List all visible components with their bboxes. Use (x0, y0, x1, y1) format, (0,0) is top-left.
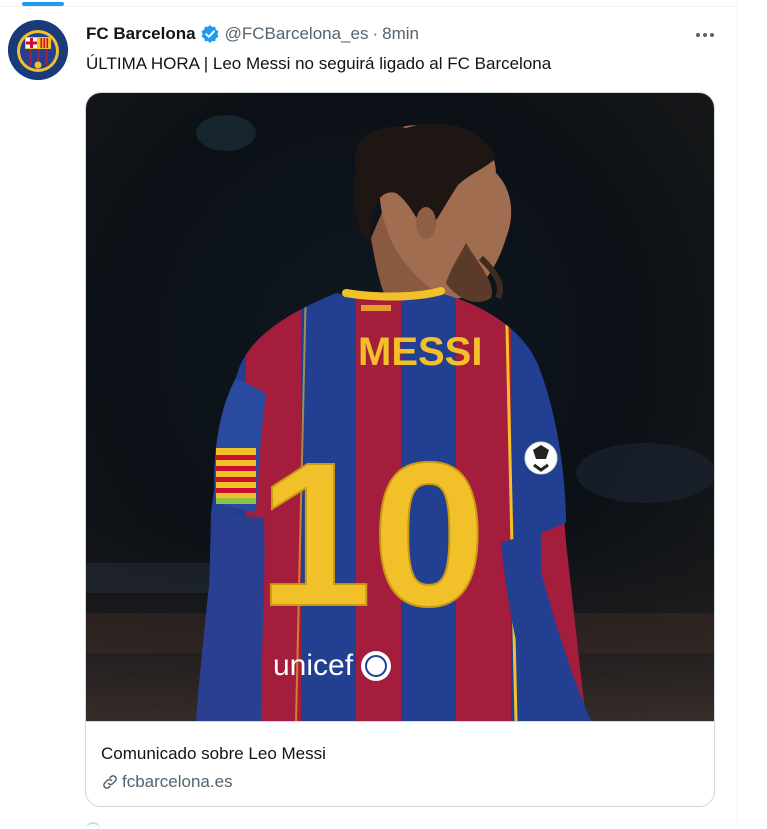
verified-badge-icon (200, 24, 220, 44)
jersey-number: 10 (258, 420, 486, 649)
display-name[interactable]: FC Barcelona (86, 24, 196, 44)
timestamp[interactable]: 8min (382, 24, 419, 44)
divider (0, 6, 737, 7)
card-domain-text: fcbarcelona.es (122, 772, 233, 791)
tweet-header: FC Barcelona @FCBarcelona_es · 8min (86, 24, 419, 44)
next-tweet-edge (86, 822, 100, 829)
tweet-text: ÚLTIMA HORA | Leo Messi no seguirá ligad… (86, 54, 552, 73)
link-icon (103, 775, 117, 789)
handle[interactable]: @FCBarcelona_es (225, 24, 369, 44)
sponsor-text: unicef (273, 649, 354, 682)
timeline-border (737, 0, 738, 827)
card-image[interactable]: MESSI 10 unicef (86, 93, 714, 721)
separator: · (372, 24, 379, 43)
card-title[interactable]: Comunicado sobre Leo Messi (101, 744, 326, 764)
avatar[interactable] (8, 20, 68, 80)
card-domain[interactable]: fcbarcelona.es (101, 772, 233, 792)
card-divider (86, 721, 714, 722)
jersey-name: MESSI (358, 330, 482, 374)
link-preview-card[interactable]: MESSI 10 unicef Comunicado sobre Leo Mes… (85, 92, 715, 807)
more-horizontal-icon (696, 33, 714, 37)
more-options-button[interactable] (688, 22, 722, 48)
